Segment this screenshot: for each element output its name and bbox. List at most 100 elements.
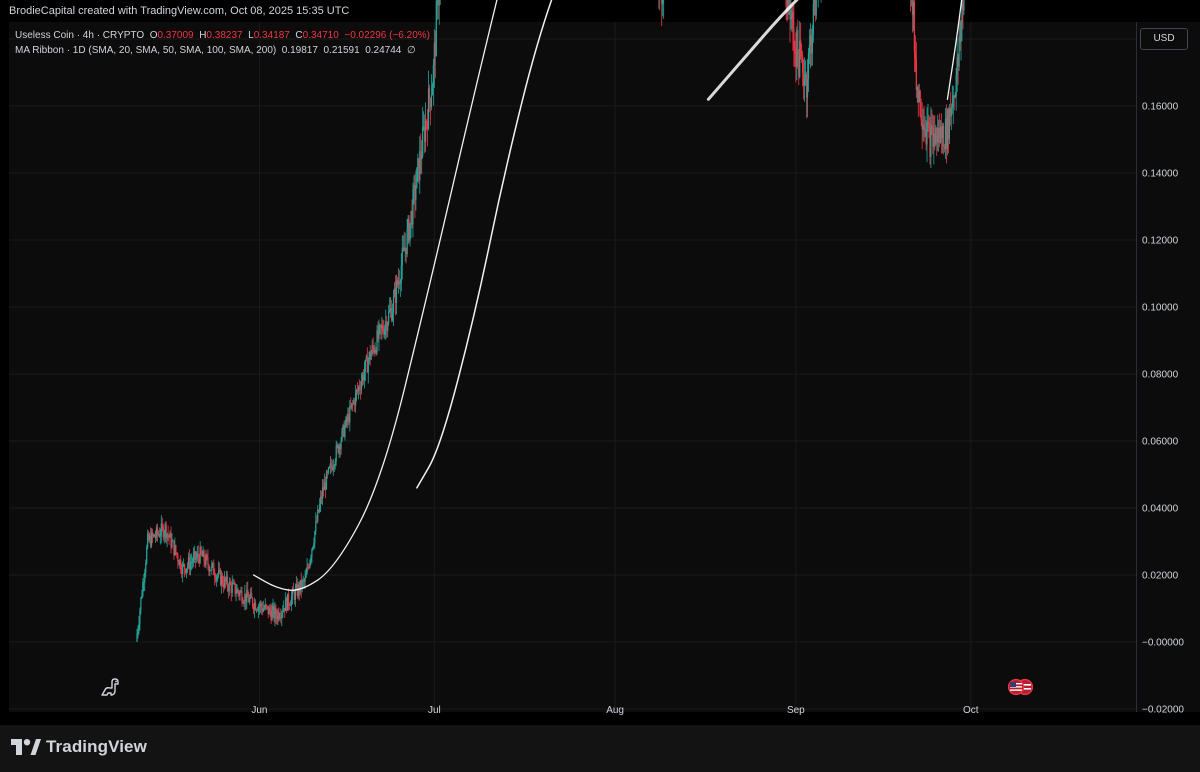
candle-body bbox=[171, 541, 173, 548]
candle-body bbox=[400, 265, 402, 283]
candle-body bbox=[265, 604, 267, 606]
candle-body bbox=[389, 309, 391, 312]
candle-body bbox=[431, 87, 434, 96]
footer-bar bbox=[0, 725, 1200, 772]
y-tick-label: 0.10000 bbox=[1142, 303, 1179, 314]
currency-button[interactable]: USD bbox=[1140, 28, 1188, 50]
candle-body bbox=[217, 575, 219, 577]
candle-body bbox=[399, 282, 401, 284]
y-tick-label: −0.00000 bbox=[1142, 638, 1184, 649]
candle-body bbox=[428, 88, 431, 99]
candle-body bbox=[203, 550, 205, 562]
candle-body bbox=[247, 589, 249, 598]
grid bbox=[9, 22, 1136, 712]
candle-body bbox=[290, 596, 293, 606]
candle-body bbox=[387, 323, 389, 331]
candle-body bbox=[182, 564, 184, 574]
candle-body bbox=[206, 555, 208, 558]
candle-body bbox=[207, 557, 209, 566]
candle-body bbox=[942, 125, 945, 147]
candle-body bbox=[332, 466, 334, 470]
ohlc-close: C0.34710 bbox=[295, 30, 339, 41]
candle-body bbox=[811, 34, 813, 54]
candle-body bbox=[312, 546, 314, 550]
candle-body bbox=[185, 568, 188, 573]
candle-body bbox=[920, 115, 922, 121]
x-axis-ticks: Jun Jul Aug Sep Oct bbox=[251, 705, 978, 716]
candle-body bbox=[950, 108, 952, 117]
candle-body bbox=[391, 312, 394, 321]
candle-body bbox=[177, 555, 179, 562]
candle-body bbox=[287, 593, 290, 606]
chart-legend: Useless Coin · 4h · CRYPTO O0.37009 H0.3… bbox=[15, 28, 430, 58]
candle-body bbox=[803, 78, 806, 86]
dino-icon[interactable] bbox=[99, 676, 121, 698]
legend-ribbon-row: MA Ribbon · 1D (SMA, 20, SMA, 50, SMA, 1… bbox=[15, 43, 430, 58]
price-chart[interactable]: The final résistance 0.440000.420000.400… bbox=[0, 0, 1200, 725]
candle-body bbox=[200, 547, 202, 554]
event-flags[interactable] bbox=[1006, 678, 1036, 696]
candle-body bbox=[340, 440, 342, 449]
x-tick-label: Sep bbox=[787, 705, 805, 716]
candle-body bbox=[325, 472, 328, 490]
candle-body bbox=[360, 381, 363, 390]
candle-body bbox=[269, 607, 271, 612]
candle-body bbox=[143, 582, 145, 584]
candle-body bbox=[812, 4, 814, 35]
candle-body bbox=[415, 187, 417, 200]
candle-body bbox=[416, 167, 418, 188]
tradingview-brand[interactable]: TradingView bbox=[11, 737, 147, 757]
candle-body bbox=[156, 527, 159, 535]
candle-body bbox=[963, 0, 965, 11]
candle-body bbox=[214, 574, 216, 578]
candle-body bbox=[923, 124, 925, 131]
us-flag-icon[interactable] bbox=[1006, 678, 1036, 696]
candle-body bbox=[797, 30, 799, 54]
candle-body bbox=[801, 53, 803, 57]
candle-body bbox=[662, 0, 664, 4]
candle-body bbox=[258, 606, 261, 608]
candle-body bbox=[815, 0, 817, 16]
candle-body bbox=[372, 345, 374, 348]
candle-body bbox=[355, 392, 357, 406]
candle-body bbox=[249, 597, 251, 603]
candle-body bbox=[327, 467, 330, 473]
candle-body bbox=[794, 48, 796, 55]
x-tick-label: Oct bbox=[963, 705, 979, 716]
candle-body bbox=[311, 549, 313, 557]
candle-body bbox=[370, 353, 372, 360]
y-tick-label: 0.12000 bbox=[1142, 236, 1179, 247]
candle-body bbox=[789, 0, 791, 20]
candle-body bbox=[430, 95, 433, 107]
candle-body bbox=[793, 28, 795, 49]
candle-body bbox=[406, 229, 408, 255]
ohlc-change: −0.02296 (−6.20%) bbox=[344, 30, 430, 41]
ribbon-label[interactable]: MA Ribbon · 1D (SMA, 20, SMA, 50, SMA, 1… bbox=[15, 45, 276, 56]
candle-body bbox=[176, 552, 178, 556]
candle-body bbox=[367, 360, 369, 373]
candle-body bbox=[806, 78, 809, 98]
candle-body bbox=[319, 504, 321, 512]
candle-body bbox=[951, 106, 953, 109]
candle-body bbox=[241, 591, 243, 603]
candle-body bbox=[412, 189, 414, 225]
candle-body bbox=[314, 531, 316, 543]
candle-body bbox=[808, 44, 811, 54]
candle-body bbox=[363, 371, 365, 381]
candle-body bbox=[785, 0, 787, 7]
ma-line-2 bbox=[416, 0, 553, 489]
candle-body bbox=[335, 445, 337, 462]
candle-body bbox=[210, 569, 212, 571]
candle-body bbox=[226, 576, 228, 588]
candle-body bbox=[180, 559, 182, 571]
y-tick-label: 0.02000 bbox=[1142, 571, 1179, 582]
candle-body bbox=[139, 609, 141, 624]
candle-body bbox=[401, 248, 403, 266]
candle-body bbox=[409, 222, 411, 241]
candle-body bbox=[141, 596, 143, 598]
candle-body bbox=[954, 96, 956, 98]
x-tick-label: Jul bbox=[428, 705, 441, 716]
symbol-label[interactable]: Useless Coin · 4h · CRYPTO bbox=[15, 30, 144, 41]
candle-body bbox=[167, 533, 169, 536]
y-axis-ticks: 0.440000.420000.400000.380000.360000.340… bbox=[1142, 35, 1184, 716]
